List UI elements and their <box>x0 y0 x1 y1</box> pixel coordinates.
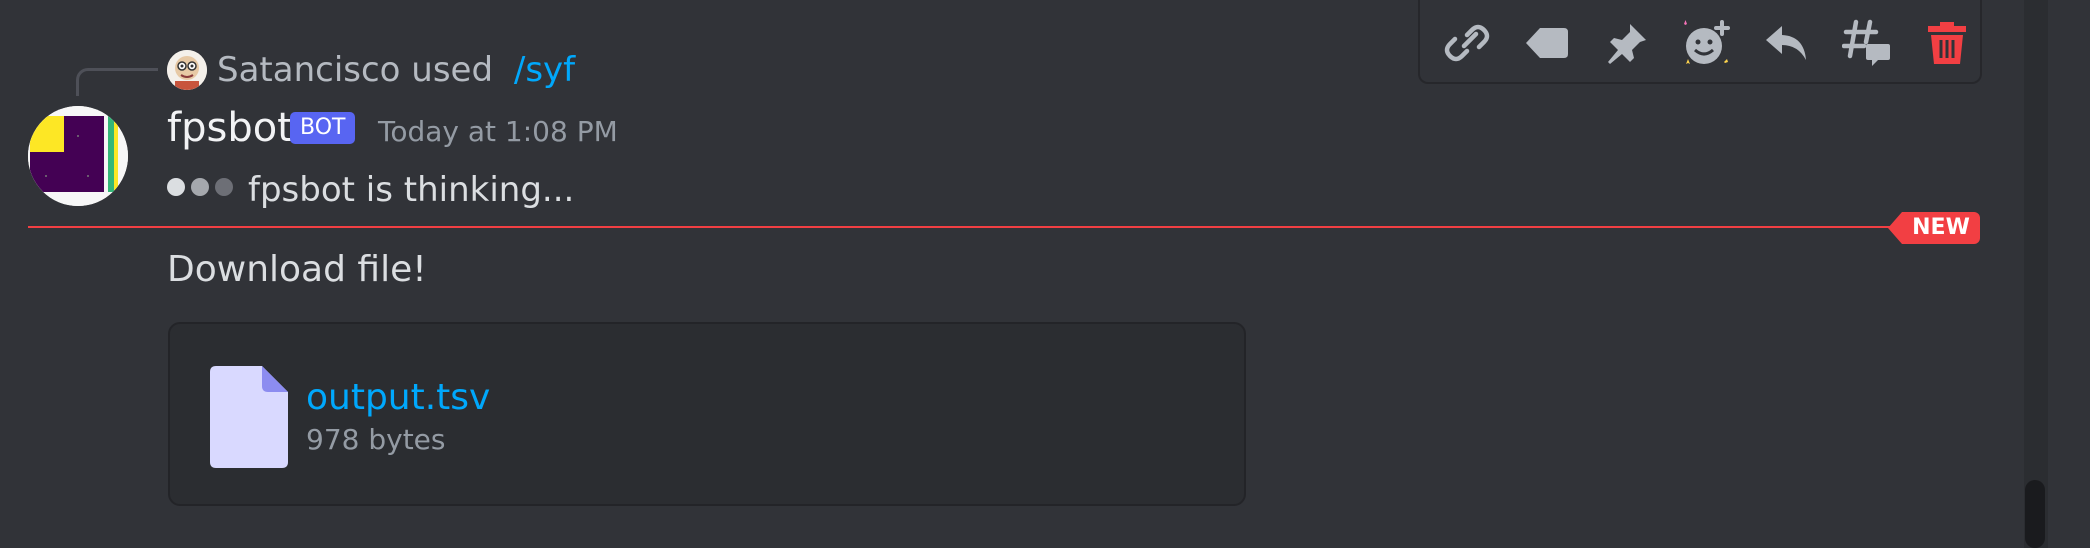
message-timestamp[interactable]: Today at 1:08 PM <box>378 114 618 150</box>
file-attachment: output.tsv 978 bytes <box>168 322 1246 506</box>
reply-spine <box>76 68 158 96</box>
delete-icon[interactable] <box>1922 18 1972 68</box>
typing-dot <box>215 178 233 196</box>
typing-dot <box>191 178 209 196</box>
message-content: Download file! <box>167 249 427 290</box>
command-name-link[interactable]: /syf <box>514 50 575 90</box>
link-icon[interactable] <box>1442 18 1492 68</box>
file-icon <box>210 366 288 468</box>
message-actions-toolbar <box>1418 0 1982 84</box>
new-messages-divider <box>28 226 1980 228</box>
pin-icon[interactable] <box>1602 18 1652 68</box>
add-reaction-icon[interactable] <box>1682 18 1732 68</box>
tag-icon[interactable] <box>1522 18 1572 68</box>
command-user-avatar[interactable] <box>167 50 207 90</box>
attachment-filename-link[interactable]: output.tsv <box>306 376 490 420</box>
author-username[interactable]: fpsbot <box>167 104 293 152</box>
bot-avatar[interactable] <box>28 106 128 206</box>
thinking-text: fpsbot is thinking... <box>248 170 575 210</box>
command-reply-line: Satancisco used /syf <box>217 48 575 92</box>
typing-dot <box>167 178 185 196</box>
attachment-size: 978 bytes <box>306 423 446 456</box>
bot-badge: BOT <box>290 112 356 144</box>
reply-icon[interactable] <box>1762 18 1812 68</box>
create-thread-icon[interactable] <box>1841 18 1892 68</box>
new-messages-badge: NEW <box>1888 212 1980 244</box>
command-user-name[interactable]: Satancisco <box>217 50 400 90</box>
scrollbar-track[interactable] <box>2024 0 2048 548</box>
scrollbar-thumb[interactable] <box>2025 480 2045 548</box>
command-action-text: used <box>411 50 494 90</box>
